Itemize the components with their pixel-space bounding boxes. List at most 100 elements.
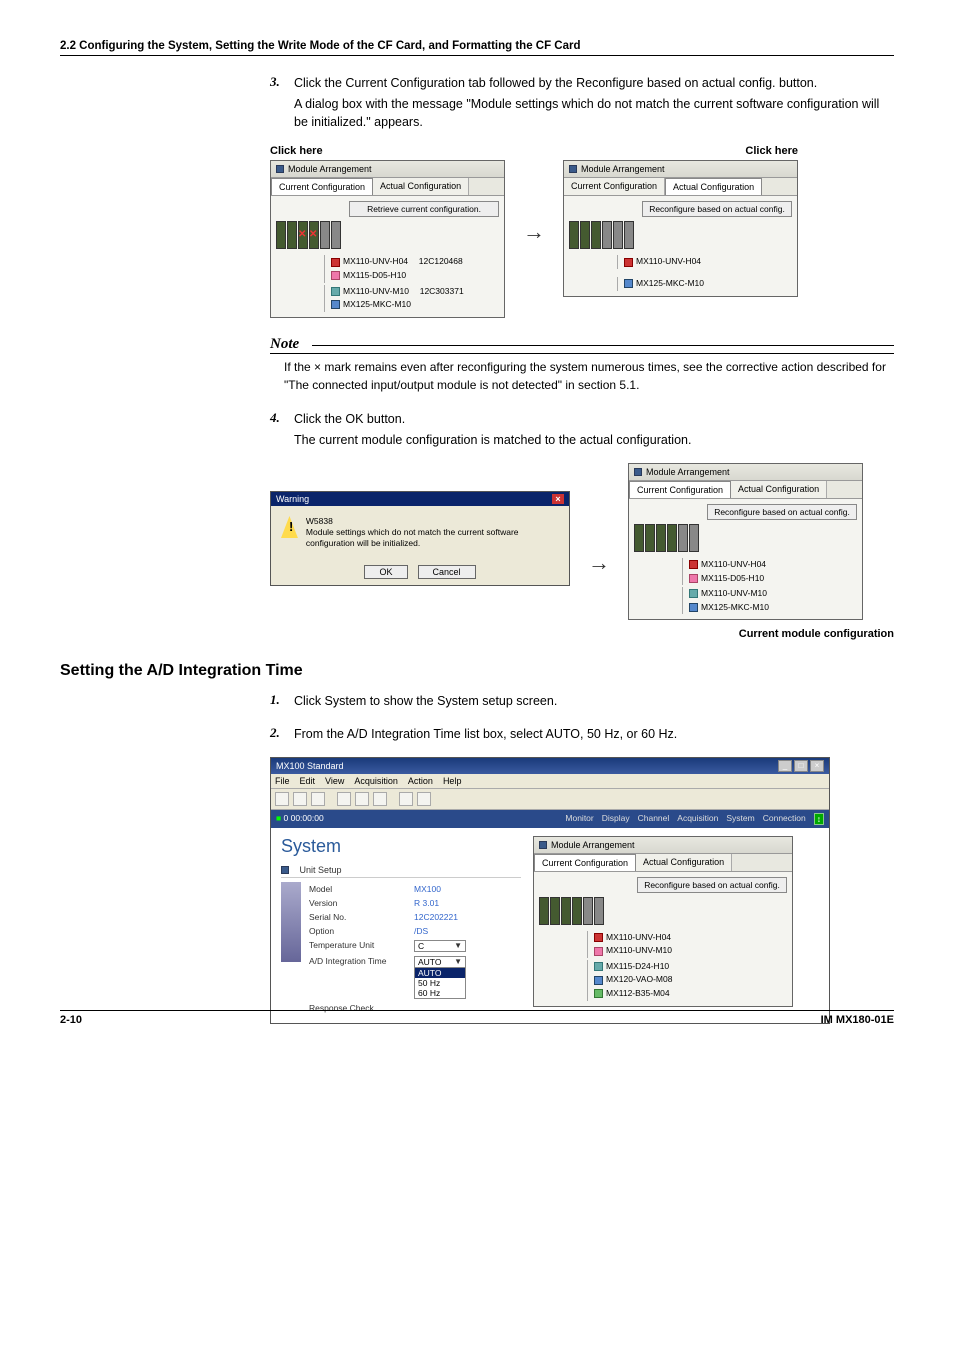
module-icon [689, 574, 698, 583]
minimize-icon[interactable]: _ [778, 760, 792, 772]
panel-icon [634, 468, 642, 476]
timer: 0 00:00:00 [284, 813, 324, 823]
panel-icon [276, 165, 284, 173]
toolbar-button[interactable] [399, 792, 413, 806]
module-icon [689, 589, 698, 598]
system-title: System [281, 836, 521, 857]
dialog-title: Warning [276, 494, 309, 504]
module-icon [689, 560, 698, 569]
ad-option-auto[interactable]: AUTO [415, 968, 465, 978]
reconfigure-button[interactable]: Reconfigure based on actual config. [642, 201, 792, 217]
page-footer: 2-10 IM MX180-01E [60, 1010, 894, 1026]
module-icon [594, 989, 603, 998]
tabs: Current Configuration Actual Configurati… [271, 178, 504, 196]
nav-channel[interactable]: Channel [638, 813, 670, 825]
ok-button[interactable]: OK [364, 565, 407, 579]
step-text: Click System to show the System setup sc… [294, 692, 894, 710]
temperature-select[interactable]: C▼ [414, 940, 466, 952]
chevron-down-icon: ▼ [454, 941, 462, 950]
arrow-icon: → [523, 219, 545, 245]
nav-monitor[interactable]: Monitor [565, 813, 593, 825]
tab-actual-config[interactable]: Actual Configuration [373, 178, 469, 195]
module-icon [331, 258, 340, 267]
window-title: MX100 Standard [276, 761, 344, 771]
window-controls: _ □ × [778, 760, 824, 772]
menu-acquisition[interactable]: Acquisition [354, 776, 398, 786]
tab-current-config[interactable]: Current Configuration [564, 178, 665, 195]
toolbar-button[interactable] [311, 792, 325, 806]
step-number: 3. [270, 74, 294, 90]
step-text: From the A/D Integration Time list box, … [294, 725, 894, 743]
tab-current-config[interactable]: Current Configuration [534, 854, 636, 871]
panel-title: Module Arrangement [581, 164, 665, 174]
toolbar-button[interactable] [355, 792, 369, 806]
click-here-label: Click here [563, 145, 798, 157]
module-icon [594, 962, 603, 971]
toolbar-button[interactable] [337, 792, 351, 806]
menu-edit[interactable]: Edit [300, 776, 316, 786]
toolbar-button[interactable] [293, 792, 307, 806]
heading-ad-integration: Setting the A/D Integration Time [60, 662, 894, 680]
app-window: MX100 Standard _ □ × File Edit View Acqu… [270, 757, 830, 1024]
ad-dropdown-list: AUTO 50 Hz 60 Hz [414, 967, 466, 999]
click-here-label: Click here [270, 145, 505, 157]
menubar: File Edit View Acquisition Action Help [271, 774, 829, 789]
module-icon [689, 603, 698, 612]
ad-option-50hz[interactable]: 50 Hz [415, 978, 465, 988]
panel-icon [539, 841, 547, 849]
retrieve-button[interactable]: Retrieve current configuration. [349, 201, 499, 217]
note-title: Note [270, 336, 894, 354]
menu-help[interactable]: Help [443, 776, 462, 786]
chevron-down-icon: ▼ [454, 957, 462, 966]
figure-1: Click here Module Arrangement Current Co… [270, 145, 894, 317]
panel-title: Module Arrangement [288, 164, 372, 174]
panel-icon [569, 165, 577, 173]
module-icon [331, 287, 340, 296]
menu-file[interactable]: File [275, 776, 290, 786]
step-subtext: The current module configuration is matc… [294, 431, 894, 449]
unit-setup-label: Unit Setup [300, 865, 342, 875]
nav-connection[interactable]: Connection [763, 813, 806, 825]
toolbar-button[interactable] [417, 792, 431, 806]
tab-current-config[interactable]: Current Configuration [271, 178, 373, 195]
reconfigure-button[interactable]: Reconfigure based on actual config. [707, 504, 857, 520]
tab-actual-config[interactable]: Actual Configuration [636, 854, 732, 871]
tab-actual-config[interactable]: Actual Configuration [665, 178, 762, 195]
close-icon[interactable]: × [810, 760, 824, 772]
panel-icon [281, 866, 289, 874]
figure-caption: Current module configuration [270, 628, 894, 640]
tab-current-config[interactable]: Current Configuration [629, 481, 731, 498]
connection-icon[interactable]: ↕ [814, 813, 824, 825]
step-4: 4. Click the OK button. The current modu… [270, 410, 894, 449]
nav-acquisition[interactable]: Acquisition [677, 813, 718, 825]
module-arrangement-panel-result: Module Arrangement Current Configuration… [628, 463, 863, 620]
reconfigure-button[interactable]: Reconfigure based on actual config. [637, 877, 787, 893]
module-arrangement-panel-left: Module Arrangement Current Configuration… [270, 160, 505, 317]
close-icon[interactable]: × [552, 494, 564, 504]
figure-2: Warning× W5838 Module settings which do … [270, 463, 894, 620]
warning-dialog: Warning× W5838 Module settings which do … [270, 491, 570, 586]
toolbar-button[interactable] [275, 792, 289, 806]
module-icon [331, 271, 340, 280]
step-3: 3. Click the Current Configuration tab f… [270, 74, 894, 131]
tab-actual-config[interactable]: Actual Configuration [731, 481, 827, 498]
doc-id: IM MX180-01E [821, 1014, 894, 1026]
nav-system[interactable]: System [726, 813, 754, 825]
module-icon [594, 933, 603, 942]
warning-icon [281, 516, 298, 538]
step-number: 2. [270, 725, 294, 741]
toolbar-button[interactable] [373, 792, 387, 806]
step-text: Click the OK button. [294, 410, 894, 428]
step-number: 1. [270, 692, 294, 708]
menu-view[interactable]: View [325, 776, 344, 786]
module-arrangement-panel-app: Module Arrangement Current Configuration… [533, 836, 793, 1007]
ad-option-60hz[interactable]: 60 Hz [415, 988, 465, 998]
nav-display[interactable]: Display [602, 813, 630, 825]
maximize-icon[interactable]: □ [794, 760, 808, 772]
module-icon [594, 976, 603, 985]
menu-action[interactable]: Action [408, 776, 433, 786]
page-number: 2-10 [60, 1014, 82, 1026]
module-icon [624, 258, 633, 267]
arrow-icon: → [588, 550, 610, 576]
cancel-button[interactable]: Cancel [418, 565, 476, 579]
